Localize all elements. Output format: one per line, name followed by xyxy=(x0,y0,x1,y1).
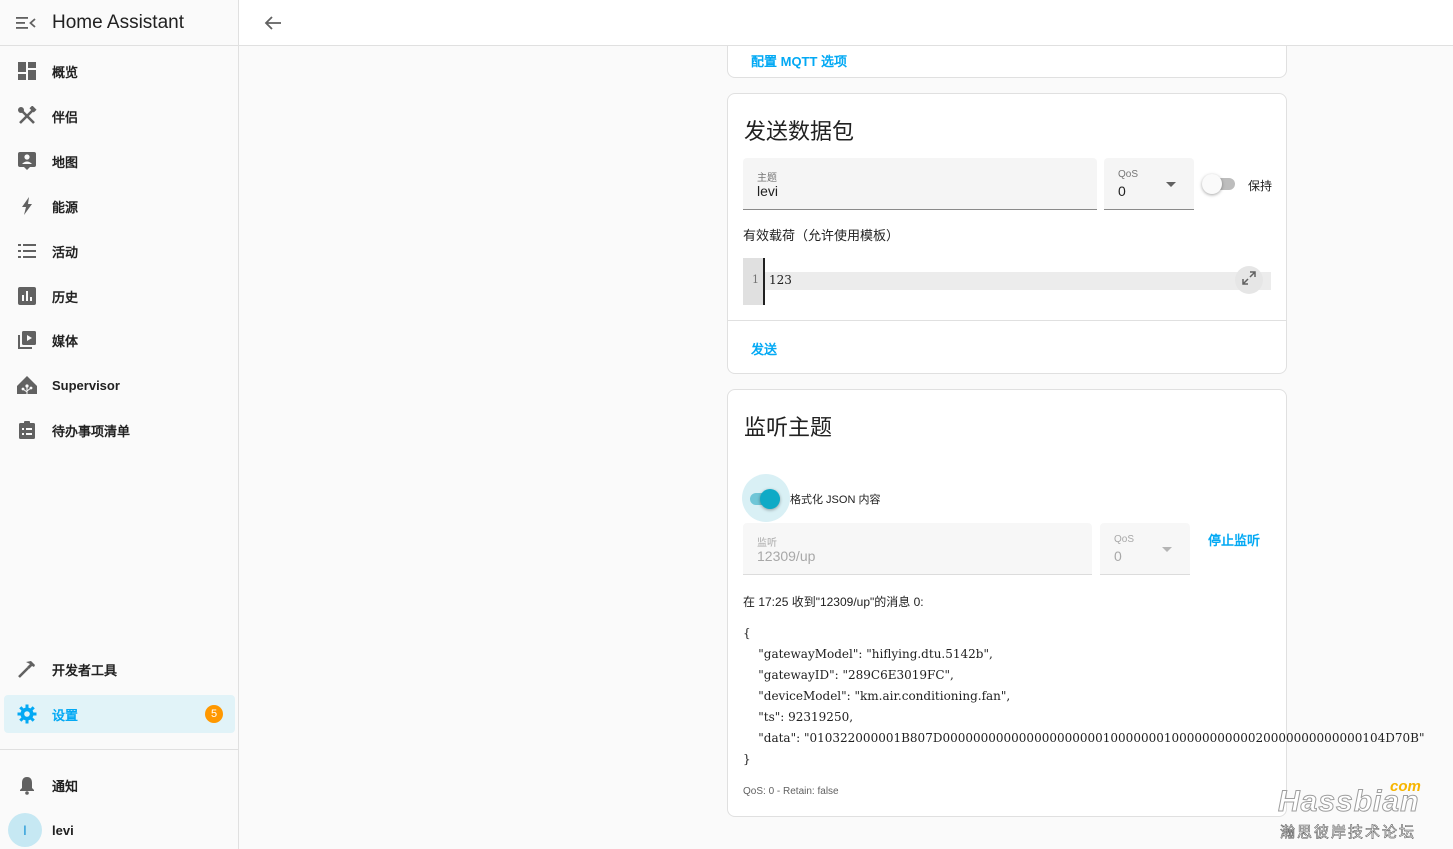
home-assistant-icon xyxy=(16,374,38,396)
payload-editor[interactable]: 1 123 xyxy=(743,258,1271,305)
clipboard-list-icon xyxy=(16,419,38,441)
listen-card-title: 监听主题 xyxy=(744,415,833,440)
sidebar-item-label: 伴侣 xyxy=(52,109,79,125)
qos-label: QoS xyxy=(1118,169,1139,180)
publish-packet-card: 发送数据包 主题 levi QoS 0 保持 有效载荷（允许使用模板） 1 12… xyxy=(727,93,1287,374)
watermark-subtitle: 瀚思彼岸技术论坛 xyxy=(1280,824,1417,842)
stop-listening-button[interactable]: 停止监听 xyxy=(1208,530,1260,549)
qos-value: 0 xyxy=(1118,183,1126,199)
retain-switch-thumb xyxy=(1202,174,1222,194)
mqtt-config-card: 配置 MQTT 选项 xyxy=(727,46,1287,78)
sidebar-item-label: 待办事项清单 xyxy=(52,423,131,439)
sidebar-item-supervisor[interactable]: Supervisor xyxy=(4,366,235,404)
sidebar-item-logbook[interactable]: 活动 xyxy=(4,232,235,270)
sidebar-item-label: 开发者工具 xyxy=(52,662,118,678)
sidebar-item-media[interactable]: 媒体 xyxy=(4,321,235,359)
hassbian-watermark-logo: com Hassbian 瀚思彼岸技术论坛 xyxy=(1276,778,1436,844)
user-name: levi xyxy=(52,822,74,838)
sidebar-item-label: 设置 xyxy=(52,707,79,723)
retain-label: 保持 xyxy=(1248,179,1273,193)
retain-switch[interactable] xyxy=(1202,174,1238,198)
qos-select[interactable]: QoS 0 xyxy=(1104,158,1194,210)
sidebar-item-notifications[interactable]: 通知 xyxy=(4,766,235,804)
line-number: 1 xyxy=(752,273,759,286)
dropdown-caret-icon xyxy=(1162,547,1172,552)
sidebar-item-label: 通知 xyxy=(52,778,79,794)
sidebar-divider xyxy=(0,749,239,750)
sidebar-item-map[interactable]: 地图 xyxy=(4,142,235,180)
avatar: l xyxy=(8,813,42,847)
sidebar-item-label: Supervisor xyxy=(52,377,120,393)
card-actions-divider xyxy=(728,320,1286,321)
format-json-switch-thumb xyxy=(760,489,780,509)
message-payload: { "gatewayModel": "hiflying.dtu.5142b", … xyxy=(743,626,1425,766)
sidebar-item-label: 活动 xyxy=(52,244,79,260)
main-content: 配置 MQTT 选项 发送数据包 主题 levi QoS 0 保持 有效载荷（允… xyxy=(239,46,1453,849)
send-button[interactable]: 发送 xyxy=(751,339,777,358)
message-header: 在 17:25 收到"12309/up"的消息 0: xyxy=(743,595,924,609)
message-qos-retain: QoS: 0 - Retain: false xyxy=(743,786,839,797)
sidebar-item-label: 媒体 xyxy=(52,333,79,349)
sidebar-item-companion[interactable]: 伴侣 xyxy=(4,97,235,135)
publish-card-title: 发送数据包 xyxy=(744,119,855,144)
dropdown-caret-icon xyxy=(1166,182,1176,187)
gear-icon xyxy=(16,703,38,725)
hammer-icon xyxy=(16,658,38,680)
listen-qos-value: 0 xyxy=(1114,548,1122,564)
fullscreen-button[interactable] xyxy=(1235,266,1263,294)
listen-topic-field[interactable]: 监听 12309/up xyxy=(743,523,1092,575)
sidebar: Home Assistant 概览 伴侣 地图 能源 活动 历史 媒体 Supe… xyxy=(0,0,239,849)
dashboard-icon xyxy=(16,60,38,82)
listen-topic-card: 监听主题 格式化 JSON 内容 监听 12309/up QoS 0 停止监听 … xyxy=(727,389,1425,817)
listen-topic-label: 监听 xyxy=(757,538,777,549)
sidebar-item-label: 历史 xyxy=(52,289,79,305)
chart-box-icon xyxy=(16,285,38,307)
sidebar-item-developer-tools[interactable]: 开发者工具 xyxy=(4,650,235,688)
sidebar-item-label: 概览 xyxy=(52,64,79,80)
listen-qos-select[interactable]: QoS 0 xyxy=(1100,523,1190,575)
top-bar xyxy=(239,0,1453,46)
menu-collapse-icon[interactable] xyxy=(16,13,36,33)
tools-icon xyxy=(16,105,38,127)
sidebar-item-profile[interactable]: l levi xyxy=(4,811,235,849)
sidebar-item-history[interactable]: 历史 xyxy=(4,277,235,315)
play-box-multiple-icon xyxy=(16,329,38,351)
arrow-expand-icon xyxy=(1242,270,1256,290)
topic-field-label: 主题 xyxy=(757,173,777,184)
listen-qos-label: QoS xyxy=(1114,534,1135,545)
format-json-switch[interactable] xyxy=(750,487,786,511)
map-account-icon xyxy=(16,150,38,172)
active-line xyxy=(765,272,1271,290)
app-title: Home Assistant xyxy=(52,11,184,33)
sidebar-item-overview[interactable]: 概览 xyxy=(4,52,235,90)
payload-text: 123 xyxy=(769,273,792,287)
sidebar-item-settings[interactable]: 设置 5 xyxy=(4,695,235,733)
sidebar-item-label: 能源 xyxy=(52,199,79,215)
sidebar-header: Home Assistant xyxy=(0,0,238,46)
notification-badge: 5 xyxy=(205,705,223,723)
topic-field-value: levi xyxy=(757,183,779,199)
format-json-label: 格式化 JSON 内容 xyxy=(790,494,881,506)
back-arrow-icon[interactable] xyxy=(261,11,285,35)
listen-topic-value: 12309/up xyxy=(757,548,816,564)
sidebar-item-todo[interactable]: 待办事项清单 xyxy=(4,411,235,449)
topic-field[interactable]: 主题 levi xyxy=(743,158,1097,210)
line-number-gutter: 1 xyxy=(743,258,763,305)
format-list-icon xyxy=(16,240,38,262)
configure-mqtt-link[interactable]: 配置 MQTT 选项 xyxy=(751,51,847,70)
watermark-brand: Hassbian xyxy=(1277,785,1420,819)
bell-icon xyxy=(16,774,38,796)
sidebar-item-label: 地图 xyxy=(52,154,79,170)
sidebar-item-energy[interactable]: 能源 xyxy=(4,187,235,225)
lightning-bolt-icon xyxy=(16,195,38,217)
payload-label: 有效载荷（允许使用模板） xyxy=(743,228,900,243)
